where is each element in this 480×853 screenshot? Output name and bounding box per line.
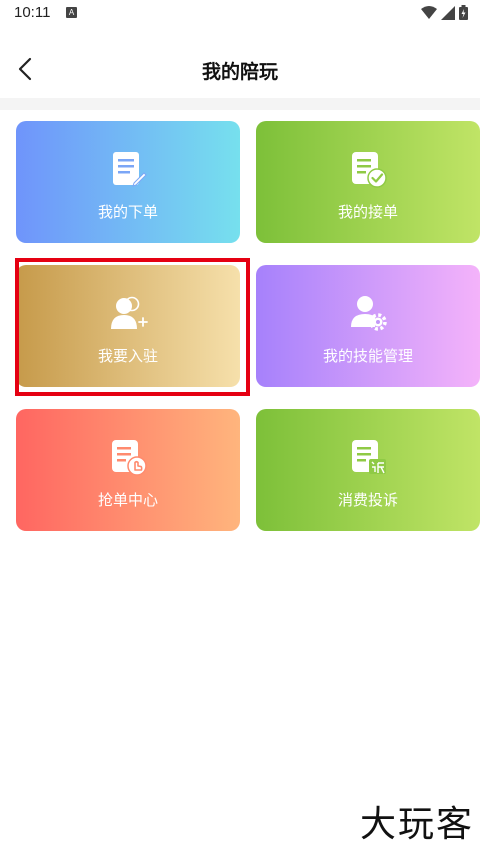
status-time: 10:11: [14, 4, 51, 21]
card-label: 抢单中心: [97, 491, 158, 509]
user-settings-icon: [348, 293, 388, 333]
order-grab-center-card[interactable]: 抢单中心: [16, 409, 240, 531]
document-complaint-icon: [348, 437, 388, 477]
battery-icon: [459, 5, 468, 20]
skill-management-card[interactable]: 我的技能管理: [256, 265, 480, 387]
watermark: 大玩客: [359, 804, 474, 845]
card-label: 我的接单: [337, 203, 398, 221]
status-bar: 10:11 A: [0, 0, 480, 26]
document-check-icon: [348, 149, 388, 189]
card-label: 消费投诉: [337, 491, 398, 509]
nav-bar: 我的陪玩: [0, 40, 480, 98]
card-label: 我的下单: [97, 203, 158, 221]
my-accepted-orders-card[interactable]: 我的接单: [256, 121, 480, 243]
card-label: 我要入驻: [97, 347, 158, 365]
signal-icon: [441, 5, 455, 20]
my-orders-card[interactable]: 我的下单: [16, 121, 240, 243]
document-touch-icon: [108, 437, 148, 477]
card-label: 我的技能管理: [322, 347, 413, 365]
add-user-icon: [108, 293, 148, 333]
notification-badge: A: [66, 7, 77, 18]
wifi-icon: [421, 5, 437, 19]
page-title: 我的陪玩: [201, 61, 278, 83]
status-icons: [421, 5, 468, 20]
section-divider: [0, 98, 480, 110]
consumer-complaint-card[interactable]: 消费投诉: [256, 409, 480, 531]
document-edit-icon: [108, 149, 148, 189]
join-as-player-card[interactable]: 我要入驻: [16, 265, 240, 387]
